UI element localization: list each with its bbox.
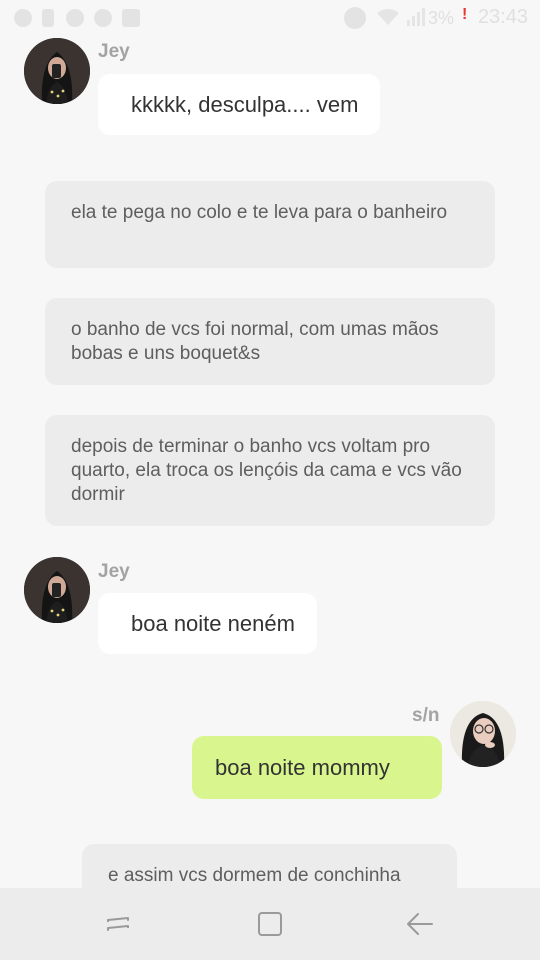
message-bubble-incoming[interactable]: kkkkk, desculpa.... vem <box>98 74 381 135</box>
message-bubble-incoming[interactable]: boa noite neném <box>98 593 317 654</box>
narration-bubble[interactable]: o banho de vcs foi normal, com umas mãos… <box>45 298 495 385</box>
do-not-disturb-icon <box>344 7 366 29</box>
back-icon[interactable] <box>404 908 436 940</box>
sender-name: Jey <box>98 561 130 582</box>
battery-alert-icon: ! <box>462 6 468 23</box>
avatar-jey[interactable] <box>24 557 90 623</box>
navigation-bar <box>0 888 540 960</box>
avatar-jey[interactable] <box>24 38 90 104</box>
whatsapp-icon <box>14 9 32 27</box>
gallery-icon <box>122 9 140 27</box>
narration-bubble[interactable]: ela te pega no colo e te leva para o ban… <box>45 181 495 268</box>
wifi-icon <box>376 8 400 31</box>
messenger-icon-2 <box>94 9 112 27</box>
sender-name: Jey <box>98 41 130 62</box>
narration-bubble[interactable]: depois de terminar o banho vcs voltam pr… <box>45 415 495 526</box>
battery-saver-icon <box>42 9 54 27</box>
clock: 23:43 <box>477 6 528 28</box>
message-bubble-outgoing[interactable]: boa noite mommy <box>192 736 442 799</box>
messenger-icon <box>66 9 84 27</box>
sender-name: s/n <box>412 705 440 726</box>
avatar-sn[interactable] <box>450 701 516 767</box>
signal-icon <box>406 8 426 31</box>
battery-percent: 3% <box>427 8 454 28</box>
status-bar: 3% ! 23:43 <box>0 0 540 36</box>
recent-apps-icon[interactable] <box>102 908 134 940</box>
home-icon[interactable] <box>254 908 286 940</box>
